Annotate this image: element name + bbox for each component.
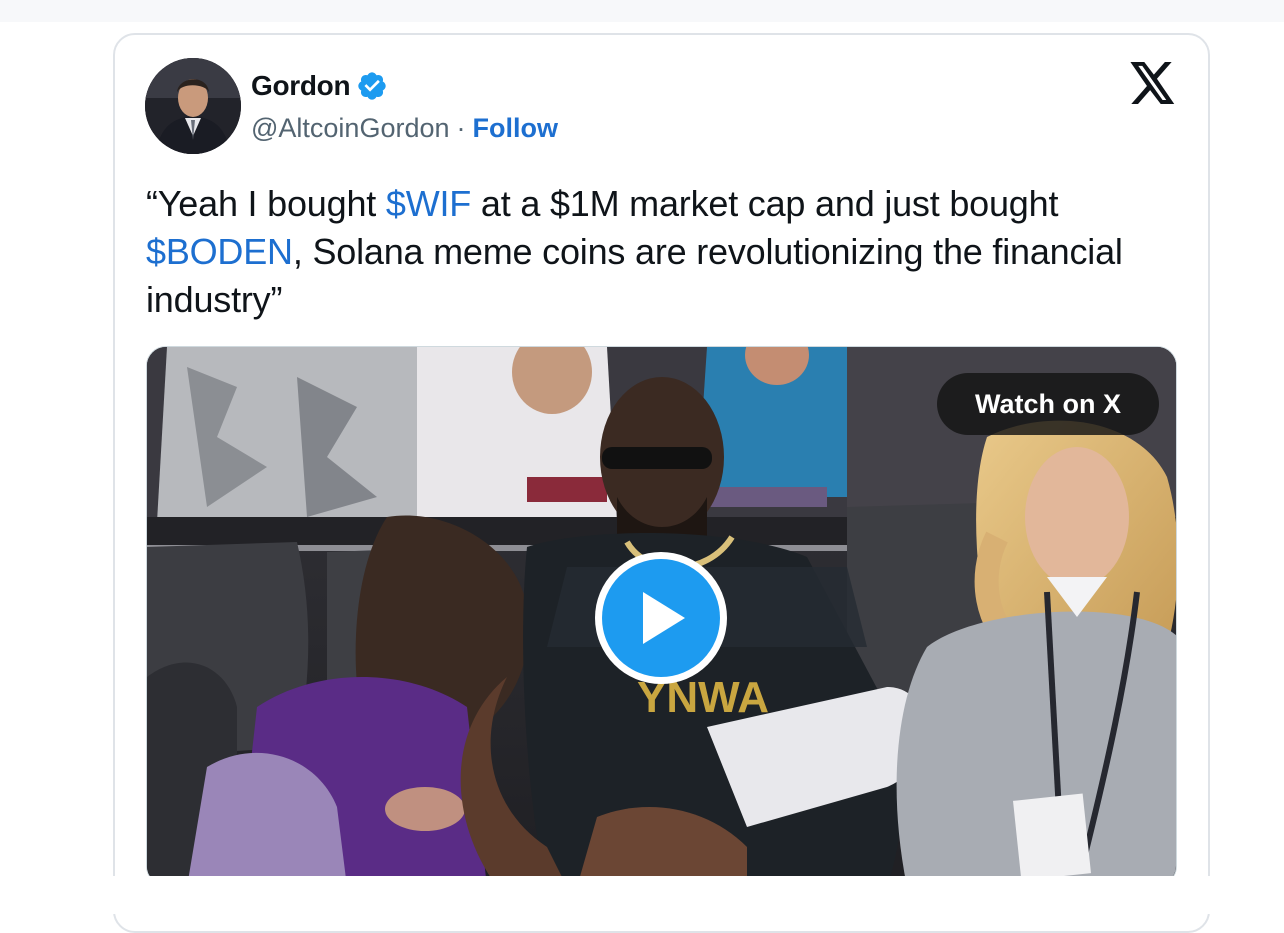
tweet-text-part1: “Yeah I bought bbox=[146, 183, 386, 224]
verified-badge-icon bbox=[358, 72, 386, 100]
tweet-text-part2: at a $1M market cap and just bought bbox=[471, 183, 1059, 224]
author-name[interactable]: Gordon bbox=[251, 70, 351, 102]
author-name-row: Gordon bbox=[251, 66, 388, 106]
cashtag-boden[interactable]: $BODEN bbox=[146, 231, 293, 272]
page-bottom-area bbox=[0, 876, 1284, 914]
play-icon bbox=[643, 592, 685, 644]
play-button[interactable] bbox=[595, 552, 727, 684]
separator-dot: · bbox=[456, 112, 466, 143]
play-icon-circle bbox=[602, 559, 720, 677]
tweet-text: “Yeah I bought $WIF at a $1M market cap … bbox=[146, 180, 1176, 324]
tweet-text-part3: , Solana meme coins are revolutionizing … bbox=[146, 231, 1123, 320]
watch-on-x-button[interactable]: Watch on X bbox=[937, 373, 1159, 435]
author-handle-row: @AltcoinGordon · Follow bbox=[251, 108, 558, 148]
avatar[interactable] bbox=[145, 58, 241, 154]
browser-top-strip bbox=[0, 0, 1284, 22]
author-handle[interactable]: @AltcoinGordon bbox=[251, 113, 450, 144]
follow-button[interactable]: Follow bbox=[473, 113, 558, 144]
x-logo-icon[interactable] bbox=[1130, 62, 1176, 104]
cashtag-wif[interactable]: $WIF bbox=[386, 183, 471, 224]
